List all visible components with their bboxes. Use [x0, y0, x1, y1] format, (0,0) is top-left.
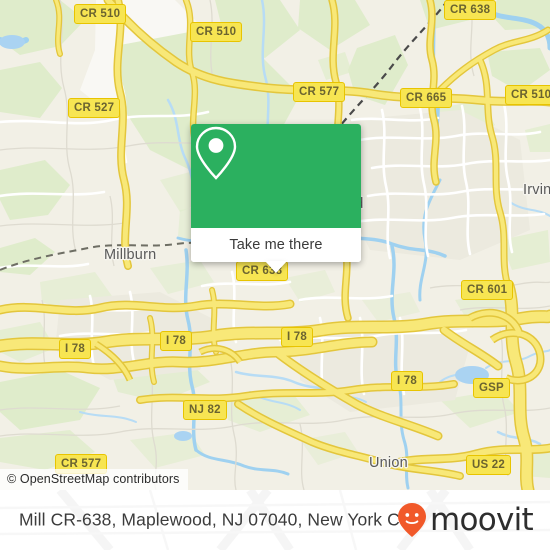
place-label: Millburn	[104, 247, 157, 263]
place-label: Irvin	[523, 182, 550, 198]
osm-attribution-text: © OpenStreetMap contributors	[7, 472, 180, 486]
road-shield: CR 601	[461, 280, 514, 300]
moovit-pin-smiley-icon	[397, 503, 426, 537]
take-me-there-label: Take me there	[229, 237, 323, 253]
road-shield: I 78	[59, 339, 91, 359]
osm-attribution[interactable]: © OpenStreetMap contributors	[0, 469, 188, 490]
location-address: Mill CR-638, Maplewood, NJ 07040, New Yo…	[19, 509, 418, 530]
road-shield: I 78	[281, 327, 313, 347]
popup-header	[191, 124, 361, 228]
popup-pointer	[265, 261, 287, 273]
road-shield: CR 510	[505, 85, 550, 105]
road-shield: US 22	[466, 455, 511, 475]
road-shield: I 78	[160, 331, 192, 351]
footer-bar: Mill CR-638, Maplewood, NJ 07040, New Yo…	[0, 490, 550, 550]
road-shield: CR 510	[74, 4, 127, 24]
road-shield: I 78	[391, 371, 423, 391]
place-label: Union	[369, 455, 408, 471]
moovit-logo[interactable]: moovit	[397, 501, 534, 538]
road-shield: NJ 82	[183, 400, 227, 420]
road-shield: CR 665	[400, 88, 453, 108]
road-shield: CR 638	[444, 0, 497, 20]
location-popup-card[interactable]: Take me there	[191, 124, 361, 273]
road-shield: CR 577	[293, 82, 346, 102]
map-pin-icon	[195, 126, 237, 180]
road-shield: CR 527	[68, 98, 121, 118]
map-canvas[interactable]: CR 510 CR 510 CR 638 CR 577 CR 665 CR 510 CR 5…	[0, 0, 550, 490]
map-screen: CR 510 CR 510 CR 638 CR 577 CR 665 CR 510 CR 5…	[0, 0, 550, 550]
road-shield: CR 510	[190, 22, 243, 42]
moovit-wordmark: moovit	[429, 501, 534, 538]
take-me-there-button[interactable]: Take me there	[191, 228, 361, 262]
road-shield: GSP	[473, 378, 510, 398]
